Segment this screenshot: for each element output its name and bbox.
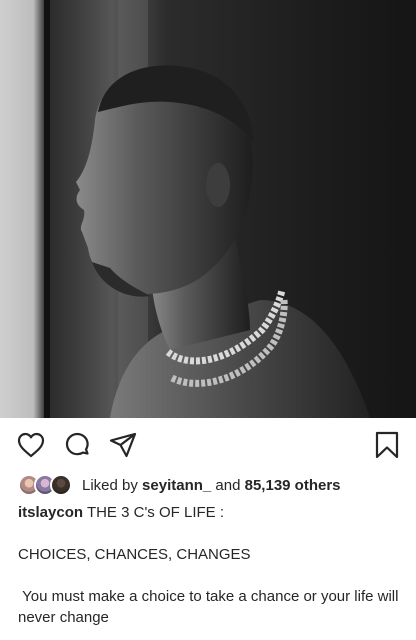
caption-text-line2: CHOICES, CHANCES, CHANGES <box>18 546 251 563</box>
likes-count[interactable]: 85,139 others <box>245 477 341 494</box>
post-photo[interactable] <box>0 0 416 418</box>
caption-text-line3: You must make a choice to take a chance … <box>18 588 403 626</box>
caption-username[interactable]: itslaycon <box>18 504 83 521</box>
avatar <box>50 474 72 496</box>
paper-plane-icon[interactable] <box>108 430 138 460</box>
liked-by-text: Liked by seyitann_ and 85,139 others <box>82 477 341 494</box>
liked-by-and: and <box>215 476 241 494</box>
post-actions-bar <box>0 418 416 470</box>
liker-avatars <box>18 474 74 496</box>
heart-icon[interactable] <box>16 430 46 460</box>
liked-by-prefix: Liked by <box>82 476 138 494</box>
liked-by-username[interactable]: seyitann_ <box>142 477 211 494</box>
comment-icon[interactable] <box>62 430 92 460</box>
bookmark-icon[interactable] <box>372 430 402 460</box>
caption-text-line1: THE 3 C's OF LIFE : <box>86 504 224 521</box>
post-caption: itslaycon THE 3 C's OF LIFE : CHOICES, C… <box>18 502 406 628</box>
liked-by-row[interactable]: Liked by seyitann_ and 85,139 others <box>18 474 408 496</box>
